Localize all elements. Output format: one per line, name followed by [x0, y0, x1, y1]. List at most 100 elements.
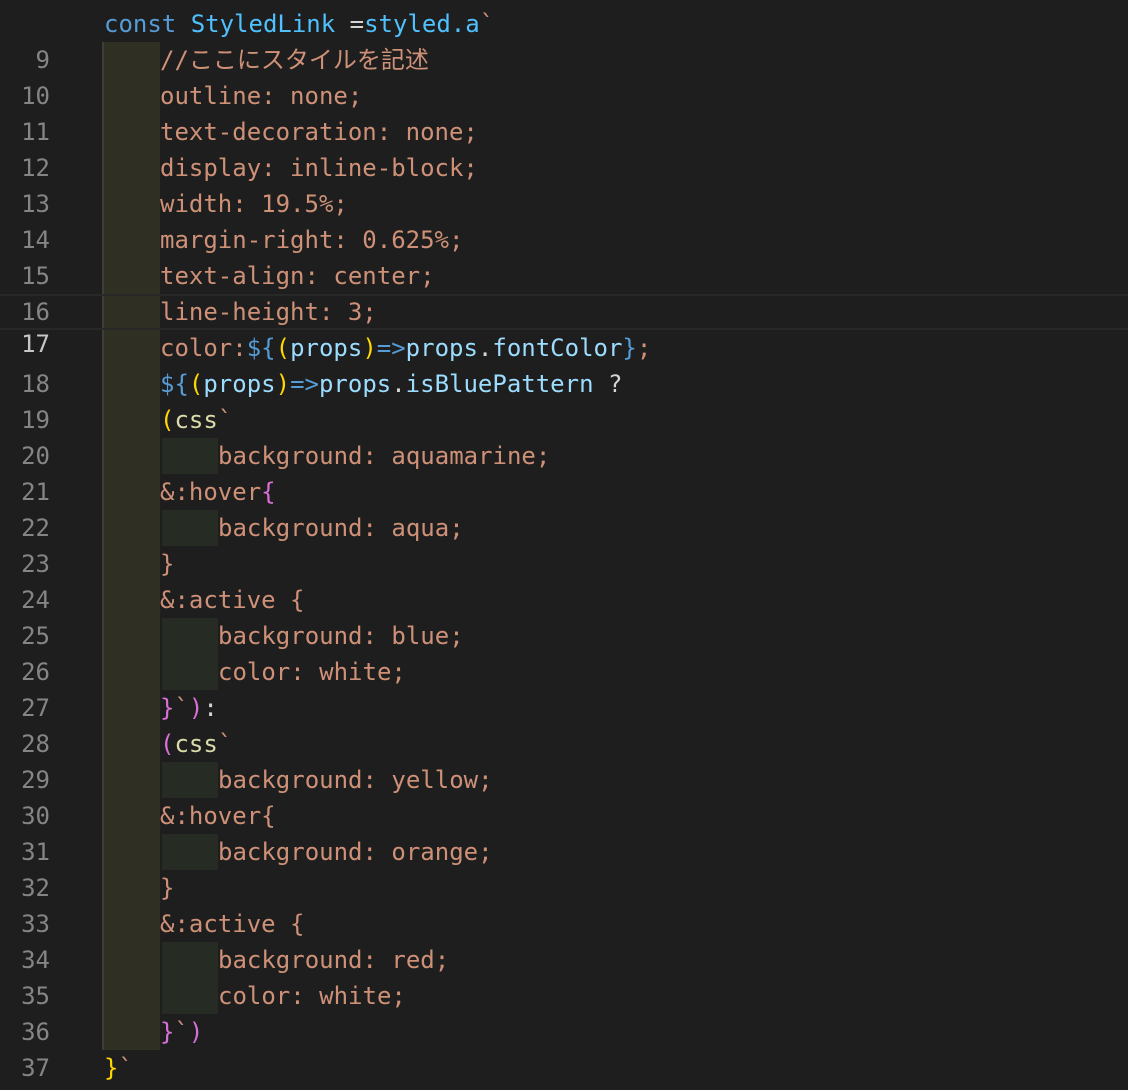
- code-line[interactable]: 37 }`): [0, 1014, 1128, 1082]
- css-property: color:: [160, 334, 247, 362]
- code-line[interactable]: 20 (css`: [0, 402, 1128, 470]
- operator: =: [335, 10, 365, 38]
- css-declaration: margin-right: 0.625%;: [160, 226, 464, 254]
- line-content: color:${(props)=>props.fontColor};: [160, 330, 651, 366]
- code-line[interactable]: 16 text-align: center;: [0, 258, 1128, 326]
- line-content: &:active {: [160, 582, 305, 618]
- brace: }: [160, 694, 175, 722]
- component-name: StyledLink: [190, 10, 336, 38]
- code-line[interactable]: 10 //ここにスタイルを記述: [0, 42, 1128, 110]
- code-line[interactable]: 9 const StyledLink =styled.a`: [0, 6, 1128, 74]
- line-content: }`: [104, 1050, 133, 1086]
- code-line[interactable]: 31 &:hover{: [0, 798, 1128, 866]
- keyword: const: [104, 10, 177, 38]
- line-content: (css`: [160, 726, 232, 762]
- template-tick: `: [174, 694, 189, 722]
- paren: (: [188, 370, 204, 398]
- css-declaration: background: aqua;: [218, 514, 464, 542]
- css-declaration: outline: none;: [160, 82, 363, 110]
- code-line[interactable]: 29 (css`: [0, 726, 1128, 794]
- line-content: const StyledLink =styled.a`: [104, 6, 494, 42]
- brace: }: [104, 1054, 119, 1082]
- template-tick: `: [217, 730, 233, 758]
- dot: .: [477, 334, 493, 362]
- code-line[interactable]: 15 margin-right: 0.625%;: [0, 222, 1128, 290]
- paren: ): [362, 334, 377, 362]
- code-line[interactable]: 35 background: red;: [0, 942, 1128, 1010]
- code-line[interactable]: 21 background: aquamarine;: [0, 438, 1128, 506]
- code-line[interactable]: 23 background: aqua;: [0, 510, 1128, 578]
- line-content: }`):: [160, 690, 218, 726]
- css-helper: css: [174, 406, 218, 434]
- paren: (: [160, 406, 175, 434]
- template-tick: `: [217, 406, 233, 434]
- code-line[interactable]: 26 background: blue;: [0, 618, 1128, 686]
- css-declaration: color: white;: [218, 982, 406, 1010]
- code-line[interactable]: 24 }: [0, 546, 1128, 614]
- css-declaration: text-decoration: none;: [160, 118, 478, 146]
- brace: }: [160, 550, 175, 578]
- code-line[interactable]: 13 display: inline-block;: [0, 150, 1128, 218]
- code-line[interactable]: 14 width: 19.5%;: [0, 186, 1128, 254]
- css-declaration: background: blue;: [218, 622, 464, 650]
- code-line[interactable]: 32 background: orange;: [0, 834, 1128, 902]
- template-tick: `: [174, 1018, 189, 1046]
- template-tick: `: [118, 1054, 133, 1082]
- paren: (: [275, 334, 291, 362]
- line-content: ${(props)=>props.isBluePattern ?: [160, 366, 622, 402]
- line-content: &:hover{: [160, 474, 276, 510]
- css-declaration: background: orange;: [218, 838, 493, 866]
- code-line-current[interactable]: 17 line-height: 3;: [0, 294, 1128, 358]
- css-declaration: background: red;: [218, 946, 450, 974]
- ternary-operator: ?: [593, 370, 623, 398]
- css-selector: &:active {: [160, 910, 305, 938]
- brace: }: [160, 874, 175, 902]
- arrow: =>: [290, 370, 319, 398]
- code-line[interactable]: 25 &:active {: [0, 582, 1128, 650]
- comment-text: //ここにスタイルを記述: [160, 46, 429, 74]
- css-selector: &:hover{: [160, 802, 276, 830]
- code-editor[interactable]: 9 const StyledLink =styled.a` 10 //ここにスタ…: [0, 0, 1128, 1090]
- comment: //ここにスタイルを記述: [160, 42, 429, 78]
- line-number: 38: [0, 1086, 50, 1090]
- code-line[interactable]: 30 background: yellow;: [0, 762, 1128, 830]
- interpolation-open: ${: [246, 334, 276, 362]
- css-selector: &:active: [160, 586, 291, 614]
- code-line[interactable]: 22 &:hover{: [0, 474, 1128, 542]
- line-content: }`): [160, 1014, 203, 1050]
- css-declaration: background: aquamarine;: [218, 442, 551, 470]
- object: props: [318, 370, 392, 398]
- brace: {: [261, 478, 276, 506]
- css-declaration: text-align: center;: [160, 262, 435, 290]
- code-line[interactable]: 38 }`: [0, 1050, 1128, 1086]
- colon: :: [203, 694, 218, 722]
- property: fontColor: [492, 334, 623, 362]
- paren: ): [275, 370, 291, 398]
- styled-tag: styled.a: [364, 10, 480, 38]
- paren: ): [188, 1018, 204, 1046]
- code-line[interactable]: 11 outline: none;: [0, 78, 1128, 146]
- property: isBluePattern: [405, 370, 594, 398]
- code-line[interactable]: 33 }: [0, 870, 1128, 938]
- code-line[interactable]: 27 color: white;: [0, 654, 1128, 722]
- arrow: =>: [376, 334, 406, 362]
- param: props: [203, 370, 276, 398]
- css-helper: css: [174, 730, 218, 758]
- interpolation-open: ${: [160, 370, 189, 398]
- line-content: (css`: [160, 402, 232, 438]
- css-declaration: display: inline-block;: [160, 154, 478, 182]
- css-declaration: width: 19.5%;: [160, 190, 348, 218]
- css-declaration: background: yellow;: [218, 766, 493, 794]
- code-line[interactable]: 18 color:${(props)=>props.fontColor};: [0, 330, 1128, 398]
- paren: (: [160, 730, 175, 758]
- css-declaration: color: white;: [218, 658, 406, 686]
- brace: {: [290, 586, 305, 614]
- paren: ): [188, 694, 204, 722]
- code-line[interactable]: 19 ${(props)=>props.isBluePattern ?: [0, 366, 1128, 434]
- object: props: [405, 334, 478, 362]
- code-line[interactable]: 34 &:active {: [0, 906, 1128, 974]
- code-line[interactable]: 36 color: white;: [0, 978, 1128, 1046]
- param: props: [290, 334, 363, 362]
- code-line[interactable]: 12 text-decoration: none;: [0, 114, 1128, 182]
- code-line[interactable]: 28 }`):: [0, 690, 1128, 758]
